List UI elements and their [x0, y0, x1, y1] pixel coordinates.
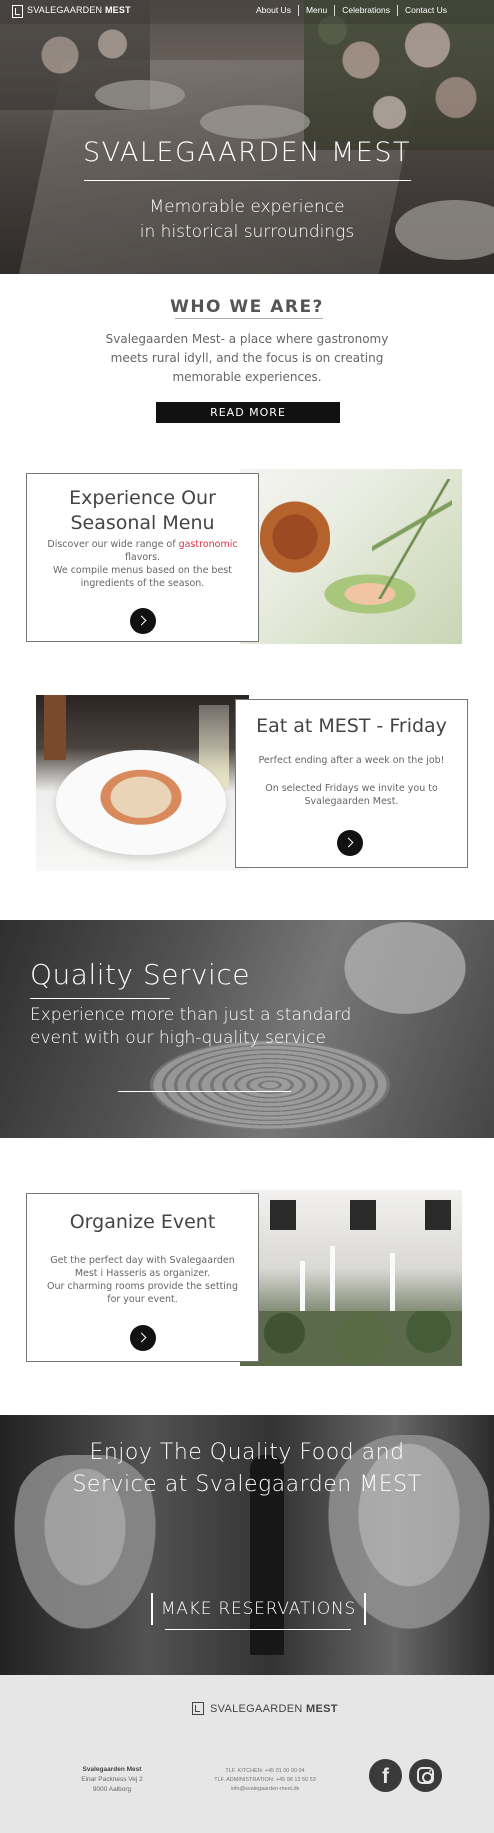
reservations-title-line1: Enjoy The Quality Food and [89, 1440, 405, 1465]
seasonal-menu-photo [240, 469, 462, 644]
organize-event-text-1: Get the perfect day with Svalegaarden Me… [50, 1255, 235, 1279]
footer-brand-bold: MEST [306, 1703, 338, 1715]
food-herbs [372, 479, 452, 599]
hero-subtitle: Memorable experience in historical surro… [0, 195, 494, 245]
reservations-title-line2: Service at Svalegaarden MEST [72, 1472, 422, 1497]
quality-divider-bottom [118, 1091, 291, 1092]
hero-subtitle-line1: Memorable experience [149, 197, 345, 217]
who-we-are-text: Svalegaarden Mest- a place where gastron… [105, 332, 389, 384]
facebook-icon[interactable]: f [369, 1759, 402, 1792]
reservations-underline [165, 1629, 351, 1630]
footer-street: Einar Packness Vej 2 [81, 1776, 143, 1783]
nav-link-celebrations[interactable]: Celebrations [335, 5, 398, 16]
nav-links: About Us Menu Celebrations Contact Us [249, 5, 454, 16]
make-reservations-button[interactable]: MAKE RESERVATIONS [151, 1593, 366, 1625]
hero-subtitle-line2: in historical surroundings [139, 222, 355, 242]
logo-icon[interactable] [12, 5, 23, 18]
arrow-right-icon[interactable] [130, 1325, 156, 1351]
photo-shrimp-bowl [56, 750, 226, 855]
quality-divider-top [30, 998, 170, 999]
event-photo [240, 1190, 462, 1366]
footer-phone-admin[interactable]: TLF. ADMINISTRATION: +45 98 13 50 53 [190, 1776, 340, 1785]
footer-city: 9000 Aalborg [92, 1786, 132, 1793]
footer-phone-kitchen[interactable]: TLF. KITCHEN: +45 01 00 00 04 [190, 1767, 340, 1776]
who-divider [175, 318, 323, 319]
seasonal-text-start: Discover our wide range of [47, 539, 179, 550]
reservations-title: Enjoy The Quality Food and Service at Sv… [0, 1437, 494, 1501]
photo-chair [425, 1200, 451, 1230]
photo-candle [330, 1246, 335, 1321]
friday-text-1: Perfect ending after a week on the job! [258, 755, 445, 766]
hero-divider [84, 180, 411, 181]
photo-chair [350, 1200, 376, 1230]
photo-chair [270, 1200, 296, 1230]
photo-greenery [240, 1311, 462, 1366]
friday-card: Eat at MEST - Friday Perfect ending afte… [235, 699, 468, 868]
footer [0, 1675, 494, 1833]
seasonal-text-2: We compile menus based on the best ingre… [53, 565, 232, 589]
photo-bottle [44, 695, 66, 760]
footer-logo: SVALEGAARDEN MEST [210, 1703, 338, 1715]
friday-title: Eat at MEST - Friday [256, 715, 447, 737]
organize-event-text-2: Our charming rooms provide the setting f… [47, 1281, 238, 1305]
nav-link-contact-us[interactable]: Contact Us [398, 5, 454, 16]
arrow-right-icon[interactable] [337, 830, 363, 856]
footer-email[interactable]: info@svalegaarden-mest.dk [190, 1785, 340, 1794]
seasonal-menu-card: Experience Our Seasonal Menu Discover ou… [26, 473, 259, 642]
friday-text-2: On selected Fridays we invite you to Sva… [265, 783, 438, 807]
hero-title: SVALEGAARDEN MEST [83, 137, 411, 168]
nav-link-about-us[interactable]: About Us [249, 5, 299, 16]
friday-photo [36, 695, 249, 871]
footer-brand-light: SVALEGAARDEN [210, 1703, 303, 1715]
arrow-right-icon[interactable] [130, 608, 156, 634]
read-more-button[interactable]: READ MORE [156, 402, 340, 423]
organize-event-title: Organize Event [69, 1211, 216, 1233]
seasonal-text-end: flavors. [124, 552, 161, 563]
brand-logo[interactable]: SVALEGAARDEN MEST [27, 5, 131, 15]
footer-address: Svalegaarden Mest Einar Packness Vej 2 9… [62, 1765, 162, 1795]
seasonal-text-accent: gastronomic [178, 539, 238, 550]
instagram-icon[interactable] [409, 1759, 442, 1792]
top-navigation: SVALEGAARDEN MEST About Us Menu Celebrat… [0, 0, 494, 24]
quality-service-text: Experience more than just a standard eve… [30, 1005, 352, 1048]
footer-contact: TLF. KITCHEN: +45 01 00 00 04 TLF. ADMIN… [190, 1767, 340, 1794]
nav-link-menu[interactable]: Menu [299, 5, 336, 16]
logo-icon [192, 1702, 204, 1715]
who-we-are-title: WHO WE ARE? [170, 297, 324, 317]
instagram-glyph [417, 1767, 434, 1784]
brand-name-bold: MEST [104, 5, 131, 15]
brand-name-light: SVALEGAARDEN [27, 5, 103, 15]
organize-event-card: Organize Event Get the perfect day with … [26, 1193, 259, 1362]
seasonal-menu-text: Discover our wide range of gastronomic f… [35, 538, 250, 590]
quality-service-title: Quality Service [30, 958, 250, 991]
seasonal-menu-title: Experience Our Seasonal Menu [69, 487, 216, 534]
footer-company: Svalegaarden Mest [82, 1766, 142, 1773]
